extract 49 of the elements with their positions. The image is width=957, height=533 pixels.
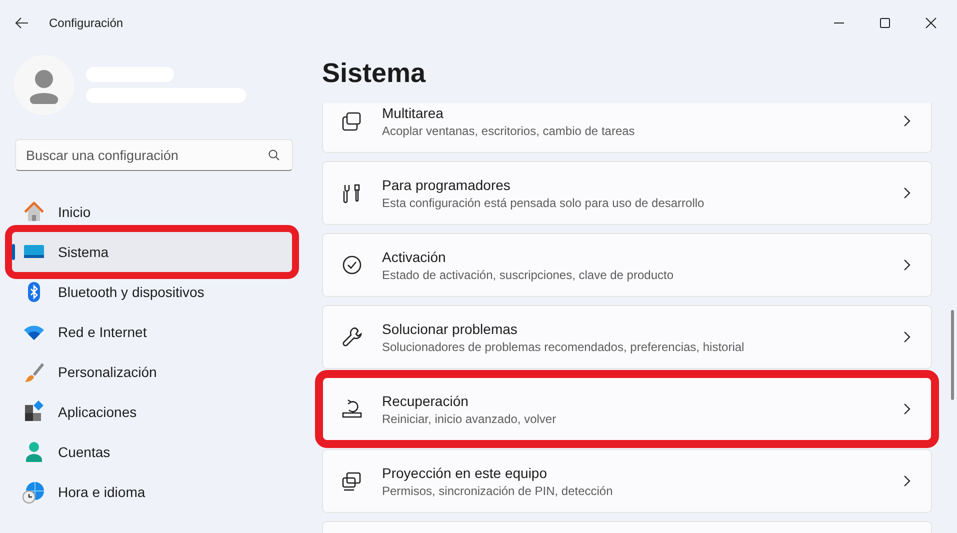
chevron-right-icon xyxy=(903,187,911,199)
back-arrow-icon[interactable] xyxy=(15,16,29,28)
chevron-right-icon xyxy=(903,115,911,127)
setting-title: Recuperación xyxy=(382,392,470,408)
setting-description: Permisos, sincronización de PIN, detección xyxy=(382,484,614,498)
paintbrush-icon xyxy=(22,360,46,384)
house-icon xyxy=(22,200,46,224)
nav-item[interactable]: Hora e idioma xyxy=(12,472,292,512)
chevron-right-icon xyxy=(903,475,911,487)
settings-row[interactable]: Multitarea Acoplar ventanas, escritorios, cambio de tareas xyxy=(322,103,932,153)
chevron-right-icon xyxy=(903,403,911,415)
apps-grid-icon xyxy=(22,400,46,424)
window-title: Configuración xyxy=(49,16,124,30)
restore-drive-icon xyxy=(341,398,363,420)
nav-item[interactable]: Inicio xyxy=(12,192,292,232)
chevron-right-icon xyxy=(903,259,911,271)
avatar-icon xyxy=(14,55,74,115)
search-icon xyxy=(268,149,280,161)
nav-item[interactable]: Aplicaciones xyxy=(12,392,292,432)
screens-icon xyxy=(341,470,363,492)
maximize-icon[interactable] xyxy=(879,16,891,28)
windows-stack-icon xyxy=(341,110,363,132)
nav-item[interactable]: Bluetooth y dispositivos xyxy=(12,272,292,312)
setting-description: Acoplar ventanas, escritorios, cambio de tareas xyxy=(382,124,636,138)
setting-description: Estado de activación, suscripciones, clave de producto xyxy=(382,268,674,282)
search-field[interactable]: Buscar una configuración xyxy=(15,139,293,171)
check-circle-icon xyxy=(341,254,363,276)
setting-title: Solucionar problemas xyxy=(382,320,518,336)
nav-item[interactable]: Cuentas xyxy=(12,432,292,472)
setting-description: Esta configuración está pensada solo para uso de desarrollo xyxy=(382,196,706,210)
settings-row[interactable]: Solucionar problemas Solucionadores de problemas recomendados, preferencias, historial xyxy=(322,305,932,369)
page-title: Sistema xyxy=(322,57,427,90)
nav-item[interactable]: Personalización xyxy=(12,352,292,392)
setting-title: Proyección en este equipo xyxy=(382,464,548,480)
scrollbar-thumb[interactable] xyxy=(951,310,954,400)
setting-description: Solucionadores de problemas recomendados, preferencias, historial xyxy=(382,340,746,354)
settings-row[interactable]: Para programadores Esta configuración está pensada solo para uso de desarrollo xyxy=(322,161,932,225)
settings-row[interactable]: Activación Estado de activación, suscripciones, clave de producto xyxy=(322,233,932,297)
wrench-icon xyxy=(341,326,363,348)
nav-item[interactable]: Red e Internet xyxy=(12,312,292,352)
chevron-right-icon xyxy=(903,331,911,343)
settings-row[interactable]: Proyección en este equipo Permisos, sincronización de PIN, detección xyxy=(322,449,932,513)
nav-item[interactable]: Sistema xyxy=(12,232,292,272)
setting-description: Reiniciar, inicio avanzado, volver xyxy=(382,412,558,426)
setting-title: Activación xyxy=(382,248,447,264)
setting-title: Para programadores xyxy=(382,176,512,192)
setting-title: Multitarea xyxy=(382,104,444,120)
globe-clock-icon xyxy=(22,480,46,504)
close-icon[interactable] xyxy=(925,16,937,28)
